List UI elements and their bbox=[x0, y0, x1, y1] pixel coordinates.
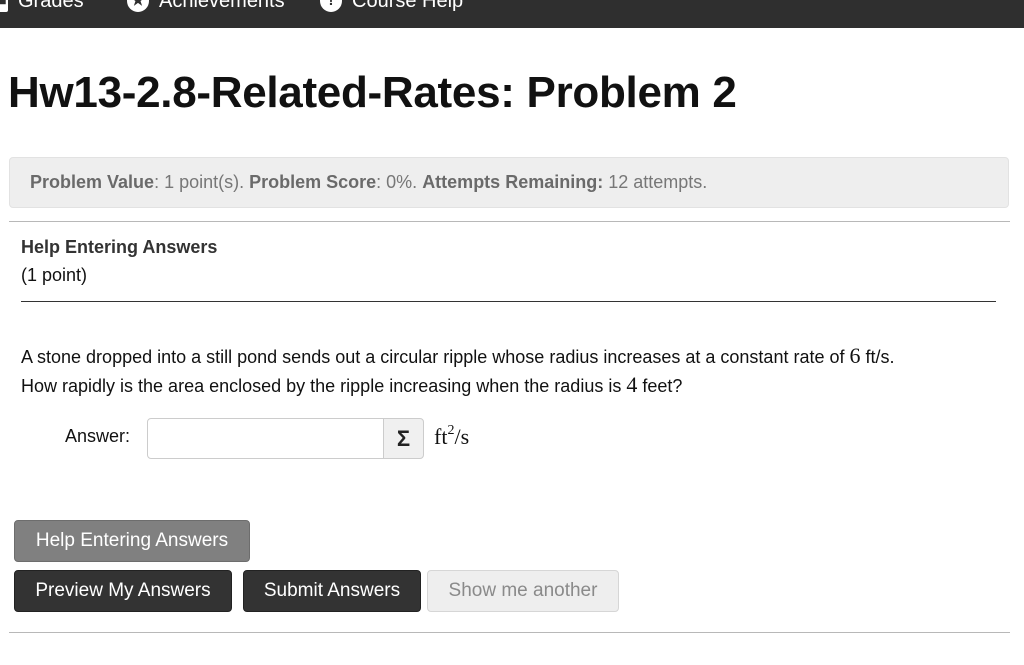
problem-text-part2: ft/s. bbox=[860, 347, 895, 367]
unit-base: ft bbox=[434, 424, 448, 449]
attempts-remaining-text: 12 attempts. bbox=[603, 172, 708, 192]
page-title: Hw13-2.8-Related-Rates: Problem 2 bbox=[8, 68, 737, 117]
help-entering-answers-button[interactable]: Help Entering Answers bbox=[14, 520, 250, 562]
nav-grades[interactable]: ■ Grades bbox=[0, 0, 84, 14]
problem-points: (1 point) bbox=[21, 265, 88, 285]
grades-icon: ■ bbox=[0, 0, 8, 12]
radius-value: 4 bbox=[626, 372, 638, 397]
problem-text-part4: feet? bbox=[637, 376, 683, 396]
rate-value: 6 bbox=[849, 343, 861, 368]
problem-text-part3: How rapidly is the area enclosed by the … bbox=[21, 376, 627, 396]
divider-middle bbox=[21, 301, 996, 302]
help-icon: ! bbox=[320, 0, 342, 12]
divider-bottom bbox=[9, 632, 1010, 633]
problem-statement: A stone dropped into a still pond sends … bbox=[21, 342, 1011, 400]
problem-info-text: Problem Value: 1 point(s). Problem Score… bbox=[30, 172, 707, 193]
help-entering-answers-heading: Help Entering Answers bbox=[21, 237, 218, 257]
problem-text-part1: A stone dropped into a still pond sends … bbox=[21, 347, 850, 367]
nav-course-help-label: Course Help bbox=[352, 0, 464, 12]
nav-achievements-label: Achievements bbox=[159, 0, 285, 12]
attempts-remaining-label: Attempts Remaining: bbox=[422, 172, 604, 192]
top-navigation-bar: ■ Grades ★ Achievements ! Course Help bbox=[0, 0, 1024, 28]
unit-tail: /s bbox=[454, 424, 470, 449]
answer-input[interactable] bbox=[147, 418, 384, 459]
problem-score-label: Problem Score bbox=[249, 172, 377, 192]
unit-exponent: 2 bbox=[447, 422, 455, 438]
problem-value-text: : 1 point(s). bbox=[154, 172, 250, 192]
show-me-another-button[interactable]: Show me another bbox=[427, 570, 619, 612]
problem-info-box: Problem Value: 1 point(s). Problem Score… bbox=[9, 157, 1009, 208]
submit-answers-button[interactable]: Submit Answers bbox=[243, 570, 421, 612]
problem-score-text: : 0%. bbox=[376, 172, 423, 192]
answer-label: Answer: bbox=[65, 426, 131, 446]
nav-achievements[interactable]: ★ Achievements bbox=[127, 0, 285, 14]
sigma-icon: Σ bbox=[396, 425, 411, 451]
divider-top bbox=[9, 221, 1010, 222]
achievements-icon: ★ bbox=[127, 0, 149, 12]
nav-grades-label: Grades bbox=[18, 0, 84, 12]
answer-unit: ft2/s bbox=[434, 422, 470, 450]
nav-course-help[interactable]: ! Course Help bbox=[320, 0, 463, 14]
preview-answers-button[interactable]: Preview My Answers bbox=[14, 570, 232, 612]
problem-value-label: Problem Value bbox=[30, 172, 155, 192]
equation-editor-button[interactable]: Σ bbox=[383, 418, 424, 459]
